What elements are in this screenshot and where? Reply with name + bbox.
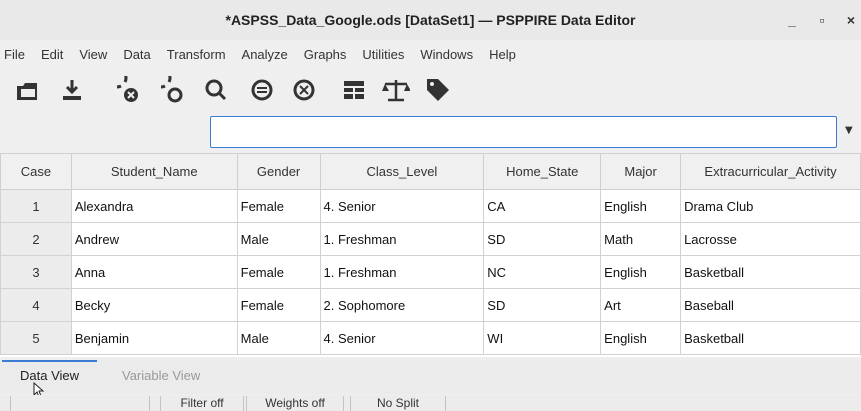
active-tab-indicator <box>2 360 97 362</box>
cell-home-state[interactable]: WI <box>483 321 602 355</box>
table-row: 5 Benjamin Male 4. Senior WI English Bas… <box>0 321 861 355</box>
table-row: 2 Andrew Male 1. Freshman SD Math Lacros… <box>0 222 861 256</box>
save-icon[interactable] <box>56 74 88 106</box>
cell-extracurricular-activity[interactable]: Lacrosse <box>680 222 861 256</box>
cell-major[interactable]: English <box>600 255 682 289</box>
menu-analyze[interactable]: Analyze <box>234 47 296 62</box>
cell-gender[interactable]: Female <box>236 255 321 289</box>
cell-major[interactable]: Math <box>600 222 682 256</box>
column-header-case: Case <box>0 153 72 190</box>
cell-class-level[interactable]: 4. Senior <box>319 321 485 355</box>
cell-class-level[interactable]: 4. Senior <box>319 189 485 223</box>
cell-major[interactable]: Art <box>600 288 682 322</box>
menu-data[interactable]: Data <box>115 47 158 62</box>
menu-bar: File Edit View Data Transform Analyze Gr… <box>0 43 524 65</box>
cell-student-name[interactable]: Benjamin <box>70 321 238 355</box>
cell-gender[interactable]: Female <box>236 189 321 223</box>
goto-variable-icon[interactable] <box>158 74 190 106</box>
minimize-button[interactable]: _ <box>782 10 802 30</box>
row-header[interactable]: 5 <box>0 321 72 355</box>
menu-transform[interactable]: Transform <box>159 47 234 62</box>
menu-utilities[interactable]: Utilities <box>354 47 412 62</box>
tab-variable-view[interactable]: Variable View <box>122 368 200 383</box>
cell-extracurricular-activity[interactable]: Basketball <box>680 255 861 289</box>
insert-variable-icon[interactable] <box>288 74 320 106</box>
status-weights: Weights off <box>246 396 344 411</box>
cell-class-level[interactable]: 2. Sophomore <box>319 288 485 322</box>
cell-home-state[interactable]: SD <box>483 288 602 322</box>
cell-extracurricular-activity[interactable]: Basketball <box>680 321 861 355</box>
status-filter: Filter off <box>160 396 244 411</box>
chevron-down-icon[interactable]: ▼ <box>845 125 853 136</box>
cell-major[interactable]: English <box>600 189 682 223</box>
menu-windows[interactable]: Windows <box>412 47 481 62</box>
status-bar: Filter off Weights off No Split <box>0 395 861 411</box>
menu-graphs[interactable]: Graphs <box>296 47 355 62</box>
cell-extracurricular-activity[interactable]: Baseball <box>680 288 861 322</box>
cell-reference <box>2 116 206 148</box>
status-empty <box>10 396 150 411</box>
cell-home-state[interactable]: CA <box>483 189 602 223</box>
close-button[interactable]: × <box>841 10 861 30</box>
table-row: 1 Alexandra Female 4. Senior CA English … <box>0 189 861 223</box>
find-icon[interactable] <box>200 74 232 106</box>
maximize-button[interactable]: ▫ <box>812 10 832 30</box>
weight-cases-icon[interactable] <box>380 74 412 106</box>
cell-class-level[interactable]: 1. Freshman <box>319 255 485 289</box>
cell-student-name[interactable]: Becky <box>70 288 238 322</box>
toolbar <box>0 74 861 108</box>
row-header[interactable]: 3 <box>0 255 72 289</box>
column-header-class-level[interactable]: Class_Level <box>319 153 485 190</box>
title-bar: *ASPSS_Data_Google.ods [DataSet1] — PSPP… <box>0 0 861 40</box>
goto-case-icon[interactable] <box>114 74 146 106</box>
cell-class-level[interactable]: 1. Freshman <box>319 222 485 256</box>
menu-view[interactable]: View <box>71 47 115 62</box>
cell-home-state[interactable]: NC <box>483 255 602 289</box>
header-row: Case Student_Name Gender Class_Level Hom… <box>0 153 861 190</box>
menu-file[interactable]: File <box>0 47 33 62</box>
insert-case-icon[interactable] <box>246 74 278 106</box>
value-labels-icon[interactable] <box>422 74 454 106</box>
column-header-major[interactable]: Major <box>600 153 682 190</box>
cell-editor-bar: ▼ <box>0 112 861 152</box>
cell-gender[interactable]: Female <box>236 288 321 322</box>
cell-student-name[interactable]: Anna <box>70 255 238 289</box>
tab-data-view[interactable]: Data View <box>20 368 79 383</box>
column-header-home-state[interactable]: Home_State <box>483 153 602 190</box>
table-row: 4 Becky Female 2. Sophomore SD Art Baseb… <box>0 288 861 322</box>
cell-gender[interactable]: Male <box>236 222 321 256</box>
table-row: 3 Anna Female 1. Freshman NC English Bas… <box>0 255 861 289</box>
cell-major[interactable]: English <box>600 321 682 355</box>
open-file-icon[interactable] <box>12 74 44 106</box>
split-file-icon[interactable] <box>338 74 370 106</box>
row-header[interactable]: 2 <box>0 222 72 256</box>
cell-gender[interactable]: Male <box>236 321 321 355</box>
column-header-gender[interactable]: Gender <box>236 153 321 190</box>
cell-student-name[interactable]: Alexandra <box>70 189 238 223</box>
window-title: *ASPSS_Data_Google.ods [DataSet1] — PSPP… <box>225 12 636 28</box>
cell-student-name[interactable]: Andrew <box>70 222 238 256</box>
status-split: No Split <box>350 396 446 411</box>
cell-value-input[interactable] <box>210 116 837 148</box>
data-grid: Case Student_Name Gender Class_Level Hom… <box>0 153 861 357</box>
cell-extracurricular-activity[interactable]: Drama Club <box>680 189 861 223</box>
row-header[interactable]: 1 <box>0 189 72 223</box>
cell-home-state[interactable]: SD <box>483 222 602 256</box>
column-header-student-name[interactable]: Student_Name <box>70 153 238 190</box>
menu-help[interactable]: Help <box>481 47 524 62</box>
column-header-extracurricular-activity[interactable]: Extracurricular_Activity <box>680 153 861 190</box>
menu-edit[interactable]: Edit <box>33 47 71 62</box>
row-header[interactable]: 4 <box>0 288 72 322</box>
view-tabs: Data View Variable View <box>0 360 861 398</box>
